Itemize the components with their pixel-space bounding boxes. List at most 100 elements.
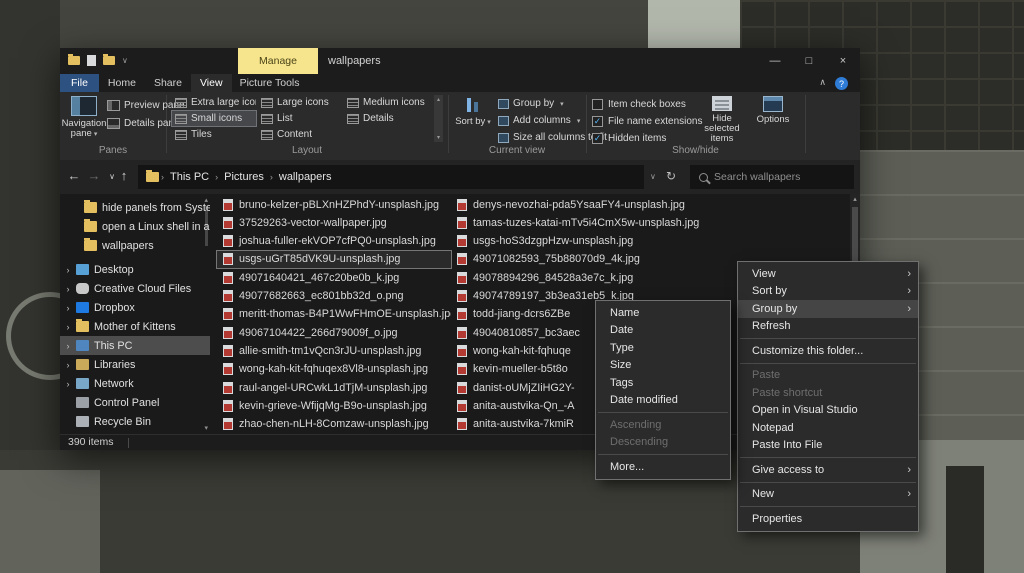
qat-caret-down-icon[interactable]: ∨: [122, 56, 128, 65]
menu-item-customize-this-folder[interactable]: Customize this folder...: [738, 342, 918, 360]
file-name: 49077682663_ec801bb32d_o.png: [239, 290, 404, 302]
menu-item-label: Sort by: [752, 285, 787, 297]
menu-item-new[interactable]: New›: [738, 486, 918, 504]
help-icon[interactable]: ?: [835, 77, 848, 90]
layout-option-tiles[interactable]: Tiles: [172, 127, 256, 142]
layout-option-list[interactable]: List: [258, 111, 342, 126]
tab-home[interactable]: Home: [99, 74, 145, 92]
layout-option-small-icons[interactable]: Small icons: [172, 111, 256, 126]
maximize-button[interactable]: □: [792, 48, 826, 74]
minimize-button[interactable]: —: [758, 48, 792, 74]
details-pane-button[interactable]: Details pane: [107, 116, 180, 131]
menu-item-label: Properties: [752, 513, 802, 525]
address-bar[interactable]: ›This PC›Pictures›wallpapers: [138, 165, 644, 189]
menu-item-date[interactable]: Date: [596, 322, 730, 340]
tab-share[interactable]: Share: [145, 74, 191, 92]
refresh-icon[interactable]: ↻: [666, 169, 676, 183]
file-item[interactable]: meritt-thomas-B4P1WwFHmOE-unsplash.jpg: [217, 306, 451, 323]
menu-item-open-in-visual-studio[interactable]: Open in Visual Studio: [738, 402, 918, 420]
file-name: usgs-hoS3dzgpHzw-unsplash.jpg: [473, 235, 633, 247]
scroll-up-icon[interactable]: ▴: [850, 195, 860, 203]
up-button[interactable]: ↑: [116, 168, 132, 183]
sort-by-button[interactable]: Sort by▾: [452, 93, 494, 144]
file-item[interactable]: allie-smith-tm1vQcn3rJU-unsplash.jpg: [217, 342, 451, 359]
search-input[interactable]: [714, 171, 839, 183]
layout-option-medium-icons[interactable]: Medium icons: [344, 95, 428, 110]
checkbox-item-check-boxes[interactable]: Item check boxes: [592, 97, 686, 111]
file-item[interactable]: 37529263-vector-wallpaper.jpg: [217, 214, 451, 231]
tab-picture-tools[interactable]: Picture Tools: [232, 74, 308, 92]
file-item[interactable]: 49067104422_266d79009f_o.jpg: [217, 324, 451, 341]
jpg-file-icon: [223, 235, 233, 247]
file-name: wong-kah-kit-fqhuqex8Vl8-unsplash.jpg: [239, 363, 428, 375]
close-button[interactable]: ×: [826, 48, 860, 74]
forward-button[interactable]: →: [86, 168, 102, 183]
file-item[interactable]: 49071640421_467c20be0b_k.jpg: [217, 269, 451, 286]
options-button[interactable]: Options: [752, 93, 794, 144]
breadcrumb-chevron-icon: ›: [213, 172, 220, 182]
menu-item-label: Paste: [752, 369, 780, 381]
menu-item-label: Give access to: [752, 464, 824, 476]
search-box[interactable]: [690, 165, 854, 189]
menu-item-name[interactable]: Name: [596, 304, 730, 322]
layout-option-label: Tiles: [191, 129, 212, 140]
hide-selected-items-button[interactable]: Hide selected items: [696, 93, 748, 144]
layout-option-extra-large-icons[interactable]: Extra large icons: [172, 95, 256, 110]
gallery-scroll-up-icon[interactable]: ▴: [437, 96, 440, 103]
current-view-group-by-button[interactable]: Group by▾: [498, 96, 564, 111]
menu-item-refresh[interactable]: Refresh: [738, 318, 918, 336]
menu-item-label: Paste shortcut: [752, 387, 822, 399]
menu-item-properties[interactable]: Properties: [738, 510, 918, 528]
manage-contextual-tab[interactable]: Manage: [238, 48, 318, 74]
collapse-ribbon-icon[interactable]: ∧: [819, 77, 826, 88]
layout-option-details[interactable]: Details: [344, 111, 428, 126]
checkbox-file-name-extensions[interactable]: ✓File name extensions: [592, 114, 703, 128]
gallery-scroll-down-icon[interactable]: ▾: [437, 134, 440, 141]
folder-icon[interactable]: [103, 56, 115, 65]
navigation-pane-button[interactable]: Navigation pane▾: [63, 93, 105, 144]
tab-file[interactable]: File: [60, 74, 99, 92]
file-item[interactable]: kevin-grieve-WfijqMg-B9o-unsplash.jpg: [217, 397, 451, 414]
menu-item-size[interactable]: Size: [596, 357, 730, 375]
file-item[interactable]: usgs-uGrT85dVK9U-unsplash.jpg: [217, 251, 451, 268]
layout-option-content[interactable]: Content: [258, 127, 342, 142]
layout-option-large-icons[interactable]: Large icons: [258, 95, 342, 110]
file-item[interactable]: zhao-chen-nLH-8Comzaw-unsplash.jpg: [217, 416, 451, 433]
file-item[interactable]: tamas-tuzes-katai-mTv5i4CmX5w-unsplash.j…: [451, 214, 847, 231]
menu-item-sort-by[interactable]: Sort by›: [738, 283, 918, 301]
file-item[interactable]: joshua-fuller-ekVOP7cfPQ0-unsplash.jpg: [217, 233, 451, 250]
menu-item-group-by[interactable]: Group by›: [738, 300, 918, 318]
breadcrumb-pictures[interactable]: Pictures: [220, 171, 268, 183]
background-dark-stripe: [946, 466, 984, 573]
menu-item-more[interactable]: More...: [596, 458, 730, 476]
breadcrumb-this-pc[interactable]: This PC: [166, 171, 213, 183]
file-item[interactable]: wong-kah-kit-fqhuqex8Vl8-unsplash.jpg: [217, 361, 451, 378]
breadcrumb-wallpapers[interactable]: wallpapers: [275, 171, 336, 183]
file-item[interactable]: bruno-kelzer-pBLXnHZPhdY-unsplash.jpg: [217, 196, 451, 213]
navigation-pane-label-line2: pane▾: [71, 129, 98, 140]
menu-item-tags[interactable]: Tags: [596, 374, 730, 392]
menu-item-notepad[interactable]: Notepad: [738, 419, 918, 437]
file-item[interactable]: usgs-hoS3dzgpHzw-unsplash.jpg: [451, 233, 847, 250]
menu-item-descending: Descending: [596, 434, 730, 452]
menu-item-view[interactable]: View›: [738, 265, 918, 283]
file-item[interactable]: 49077682663_ec801bb32d_o.png: [217, 288, 451, 305]
menu-item-label: Ascending: [610, 419, 661, 431]
menu-item-give-access-to[interactable]: Give access to›: [738, 461, 918, 479]
current-view-add-columns-button[interactable]: Add columns▾: [498, 113, 580, 128]
tab-view[interactable]: View: [191, 74, 232, 92]
menu-item-date-modified[interactable]: Date modified: [596, 392, 730, 410]
back-button[interactable]: ←: [66, 168, 82, 183]
menu-separator: [598, 454, 728, 455]
file-item[interactable]: denys-nevozhai-pda5YsaaFY4-unsplash.jpg: [451, 196, 847, 213]
address-caret-down-icon[interactable]: ∨: [650, 172, 656, 181]
current-view-size-all-columns-to-fit-button[interactable]: Size all columns to fit: [498, 130, 607, 145]
menu-item-paste-into-file[interactable]: Paste Into File: [738, 437, 918, 455]
menu-item-type[interactable]: Type: [596, 339, 730, 357]
file-item[interactable]: raul-angel-URCwkL1dTjM-unsplash.jpg: [217, 379, 451, 396]
gallery-scrollbar[interactable]: ▴ ▾: [434, 95, 443, 142]
file-icon[interactable]: [87, 55, 96, 66]
folder-icon[interactable]: [68, 56, 80, 65]
titlebar[interactable]: ∨ Manage wallpapers — □ ×: [60, 48, 860, 74]
checkbox-hidden-items[interactable]: ✓Hidden items: [592, 131, 666, 145]
